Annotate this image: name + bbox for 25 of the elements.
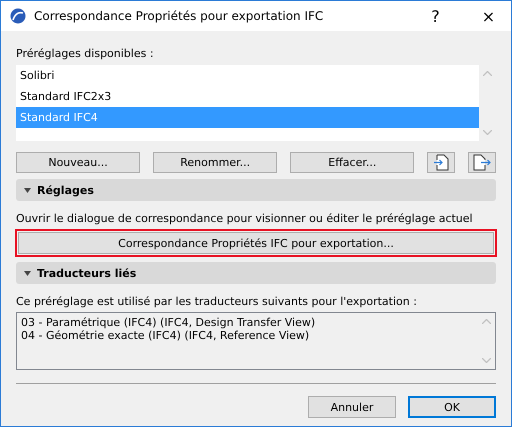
- close-button[interactable]: ×: [466, 1, 511, 31]
- presets-label: Préréglages disponibles :: [16, 47, 155, 60]
- preset-button[interactable]: Nouveau...: [16, 152, 140, 173]
- export-button[interactable]: [468, 152, 496, 173]
- scroll-down-icon[interactable]: [482, 358, 491, 363]
- scroll-up-icon[interactable]: [483, 71, 492, 76]
- section-header[interactable]: Réglages: [16, 179, 496, 201]
- help-button[interactable]: ?: [413, 1, 458, 31]
- caret-icon: [24, 270, 31, 276]
- section-header[interactable]: Traducteurs liés: [16, 262, 496, 284]
- translator-line: 04 - Géométrie exacte (IFC4) (IFC4, Reference View): [21, 329, 310, 342]
- app-logo-icon: [10, 8, 26, 24]
- ok-button[interactable]: OK: [408, 396, 496, 418]
- preset-button[interactable]: Renommer...: [153, 152, 278, 173]
- window-title: Correspondance Propriétés pour exportation IFC: [34, 9, 324, 23]
- translator-line: 03 - Paramétrique (IFC4) (IFC4, Design Transfer View): [21, 316, 316, 329]
- import-button[interactable]: [427, 152, 456, 173]
- mapping-button[interactable]: Correspondance Propriétés IFC pour exportation...: [18, 232, 494, 254]
- section-description: Ce préréglage est utilisé par les traducteurs suivants pour l'exportation :: [16, 295, 418, 308]
- scroll-down-icon[interactable]: [483, 130, 492, 135]
- cancel-button[interactable]: Annuler: [308, 396, 396, 418]
- caret-icon: [24, 188, 31, 192]
- preset-button[interactable]: Effacer...: [290, 152, 414, 173]
- scroll-up-icon[interactable]: [482, 319, 491, 324]
- section-description: Ouvrir le dialogue de correspondance pour visionner ou éditer le préréglage actuel: [16, 212, 474, 225]
